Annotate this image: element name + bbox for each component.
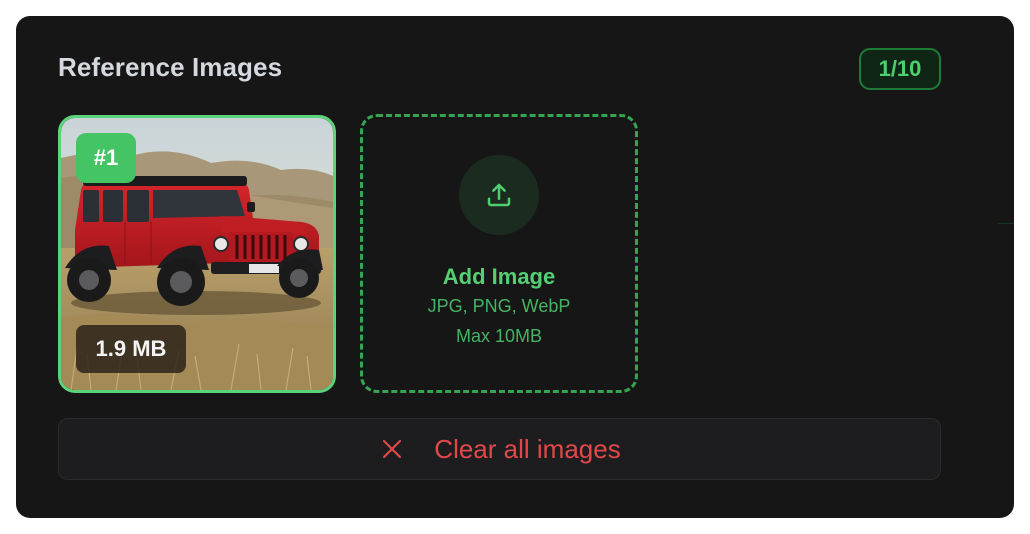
close-icon: [378, 435, 406, 463]
image-thumbnail[interactable]: #1 1.9 MB: [58, 115, 336, 393]
clear-all-images-button[interactable]: Clear all images: [58, 418, 941, 480]
image-count-badge: 1/10: [859, 48, 941, 90]
panel-divider: [998, 16, 1000, 518]
max-size-text: Max 10MB: [455, 326, 543, 346]
file-size-badge: 1.9 MB: [76, 325, 186, 373]
panel-divider-mark: [998, 223, 1014, 224]
image-index-badge: #1: [76, 133, 136, 183]
accepted-formats-text: JPG, PNG, WebP: [427, 296, 571, 316]
reference-images-panel: Reference Images 1/10 #1 1.9 MB Add Imag…: [16, 16, 1014, 518]
add-image-label: Add Image: [442, 264, 556, 289]
upload-icon: [459, 155, 539, 235]
add-image-dropzone[interactable]: Add Image JPG, PNG, WebP Max 10MB: [360, 114, 638, 393]
clear-all-label: Clear all images: [434, 433, 621, 464]
panel-title: Reference Images: [58, 52, 283, 82]
